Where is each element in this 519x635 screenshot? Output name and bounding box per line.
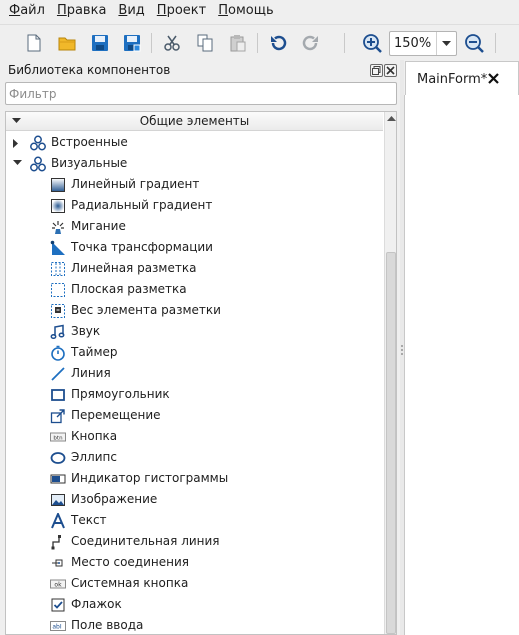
toolbar-separator [151,33,152,53]
toolbar-separator [257,33,258,53]
menu-help[interactable]: Помощь [218,0,273,22]
tree-header[interactable]: Общие элементы [6,112,383,131]
category-visual[interactable]: Визуальные [6,153,383,174]
form-canvas[interactable] [404,95,519,635]
cut-icon[interactable] [160,31,184,55]
zoom-combobox[interactable]: 150% [389,31,457,56]
list-item[interactable]: Линия [6,363,383,384]
menu-bar: Файл Правка Вид Проект Помощь [0,0,519,22]
splitter-grip [401,345,403,347]
list-item[interactable]: Мигание [6,216,383,237]
text-icon [51,513,65,529]
button-icon: btn [50,432,66,442]
scroll-up-icon[interactable] [387,116,396,121]
vertical-scrollbar[interactable] [384,112,396,634]
connector-line-icon [51,535,61,550]
toolbar-separator [344,33,345,53]
redo-icon[interactable] [299,31,323,55]
line-icon [51,367,65,381]
components-icon [30,135,46,151]
transform-point-icon [50,240,65,255]
list-item[interactable]: Вес элемента разметки [6,300,383,321]
list-item[interactable]: ok Системная кнопка [6,573,383,594]
tab-mainform[interactable]: MainForm* [405,61,519,95]
tab-label: MainForm* [417,72,488,87]
category-label: Встроенные [51,135,128,149]
list-item[interactable]: Изображение [6,489,383,510]
list-item[interactable]: Звук [6,321,383,342]
timer-icon [51,345,65,361]
list-item[interactable]: Линейная разметка [6,258,383,279]
zoom-out-icon[interactable] [462,31,486,55]
rectangle-icon [51,389,65,401]
list-item[interactable]: Перемещение [6,405,383,426]
menu-project[interactable]: Проект [157,0,206,22]
list-item[interactable]: Эллипс [6,447,383,468]
list-item[interactable]: Линейный градиент [6,174,383,195]
menu-edit[interactable]: Правка [57,0,106,22]
copy-icon[interactable] [193,31,217,55]
list-item[interactable]: Плоская разметка [6,279,383,300]
menu-file[interactable]: Файл [9,0,45,22]
blink-icon [52,221,64,234]
linear-layout-icon [51,262,65,276]
sound-icon [50,324,65,340]
category-label: Визуальные [51,156,128,170]
connection-point-icon [52,559,63,567]
collapse-arrow-icon[interactable] [13,160,22,165]
category-builtin[interactable]: Встроенные [6,132,383,153]
list-item[interactable]: Точка трансформации [6,237,383,258]
list-item[interactable]: Прямоугольник [6,384,383,405]
panel-title: Библиотека компонентов [8,63,171,77]
ellipse-icon [50,452,66,464]
svg-text:ok: ok [54,582,62,589]
flat-layout-icon [51,283,65,297]
close-panel-icon[interactable] [384,64,397,77]
float-panel-icon[interactable] [370,64,383,77]
checkbox-icon [51,598,65,612]
histogram-indicator-icon [50,474,66,484]
list-item[interactable]: Флажок [6,594,383,615]
expand-arrow-icon[interactable] [13,139,18,148]
list-item[interactable]: Радиальный градиент [6,195,383,216]
list-item[interactable]: abI Поле ввода [6,615,383,634]
save-icon[interactable] [88,31,112,55]
save-all-icon[interactable] [120,31,144,55]
splitter-grip [401,349,403,351]
splitter-grip [401,353,403,355]
close-icon[interactable] [488,73,499,84]
new-file-icon[interactable] [22,31,46,55]
list-item[interactable]: Соединительная линия [6,531,383,552]
paste-icon[interactable] [226,31,250,55]
list-item[interactable]: Индикатор гистограммы [6,468,383,489]
list-item[interactable]: Текст [6,510,383,531]
toolbar-separator [495,33,496,53]
input-field-icon: abI [50,621,66,631]
svg-text:btn: btn [53,435,63,441]
filter-input[interactable] [5,82,397,105]
linear-gradient-icon [51,178,65,192]
system-button-icon: ok [50,579,66,589]
tree-header-label: Общие элементы [139,114,250,128]
component-library-panel: Библиотека компонентов Общие элементы Вс… [0,60,400,635]
toolbar: 150% [0,24,519,60]
zoom-value: 150% [394,36,432,51]
component-tree: Общие элементы Встроенные Визуальные Лин… [5,111,397,635]
list-item[interactable]: Таймер [6,342,383,363]
components-icon [30,156,46,172]
chevron-down-icon[interactable] [436,32,456,55]
zoom-in-icon[interactable] [360,31,384,55]
list-item[interactable]: btn Кнопка [6,426,383,447]
layout-weight-icon [51,304,65,318]
editor-area: MainForm* [404,60,519,635]
undo-icon[interactable] [266,31,290,55]
menu-view[interactable]: Вид [118,0,144,22]
radial-gradient-icon [51,199,65,213]
svg-text:abI: abI [52,624,61,631]
list-item[interactable]: Место соединения [6,552,383,573]
open-folder-icon[interactable] [55,31,79,55]
move-icon [50,409,65,424]
image-icon [51,494,65,506]
scrollbar-thumb[interactable] [386,252,396,634]
